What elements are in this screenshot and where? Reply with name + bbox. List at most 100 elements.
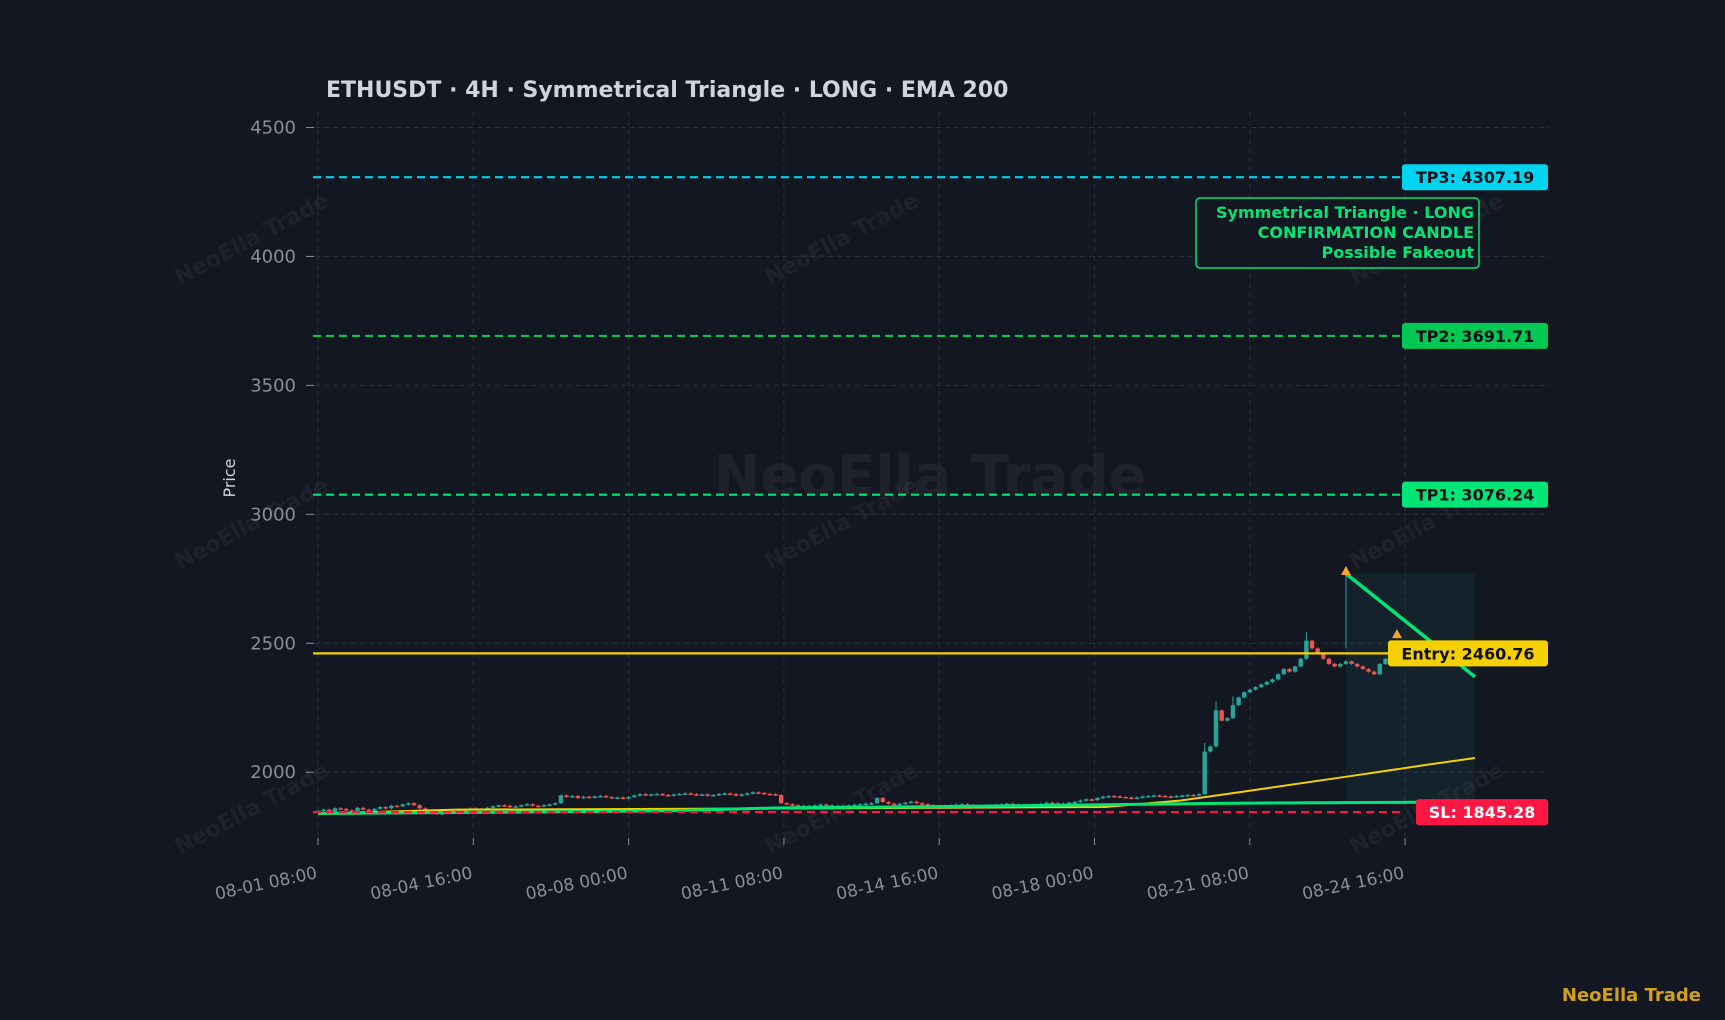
candle-body: [1083, 799, 1089, 801]
candle-body: [1247, 689, 1253, 693]
candle-body: [1253, 687, 1258, 690]
candle-body: [908, 801, 914, 804]
watermark-tile: NeoElla Trade: [761, 188, 923, 290]
y-tick-label: 3000: [250, 504, 296, 525]
candle-body: [874, 798, 880, 804]
chart-canvas: NeoElla TradeNeoElla Trade NeoElla TradeN…: [171, 78, 1550, 904]
chart-title: ETHUSDT · 4H · Symmetrical Triangle · LO…: [326, 78, 1008, 103]
candle-body: [1072, 801, 1078, 804]
candle-body: [536, 805, 541, 808]
y-tick-label: 4000: [250, 246, 296, 267]
candle-body: [1089, 799, 1094, 801]
candle-body: [699, 794, 705, 796]
candle-body: [637, 794, 643, 796]
candle-body: [897, 803, 902, 806]
candle-body: [858, 804, 863, 806]
candle-body: [1185, 794, 1190, 797]
candle-body: [694, 794, 699, 796]
candle-body: [1140, 796, 1145, 798]
candle-body: [1287, 669, 1292, 672]
candle-body: [1196, 794, 1202, 796]
candle-body: [722, 793, 727, 795]
candle-body: [394, 805, 400, 808]
candle-body: [1191, 794, 1196, 797]
candle-body: [1095, 798, 1100, 801]
level-label-entry: Entry: 2460.76: [1401, 644, 1534, 663]
candle-body: [1151, 795, 1157, 797]
candle-body: [1338, 663, 1343, 667]
candle-body: [344, 808, 349, 811]
candle-body: [1270, 679, 1275, 682]
candle-body: [773, 794, 778, 796]
candle-body: [1332, 663, 1337, 667]
plot-layer: NeoElla TradeNeoElla Trade NeoElla TradeN…: [171, 112, 1550, 904]
candle-body: [1264, 681, 1270, 685]
candle-body: [688, 793, 693, 795]
watermark-tile: NeoElla Trade: [171, 188, 333, 290]
candle-body: [558, 795, 564, 804]
candle-body: [615, 797, 620, 800]
pattern-info-line: Symmetrical Triangle · LONG: [1216, 203, 1474, 222]
x-tick-label: 08-01 08:00: [213, 863, 319, 904]
candle-body: [1117, 796, 1123, 798]
candle-body: [733, 794, 739, 796]
candle-body: [609, 796, 614, 799]
candle-body: [880, 798, 885, 802]
candle-body: [547, 804, 552, 806]
level-label-tp1: TP1: 3076.24: [1416, 486, 1535, 505]
level-label-sl: SL: 1845.28: [1429, 803, 1536, 822]
candle-body: [598, 795, 603, 798]
candle-body: [767, 793, 773, 796]
candle-body: [665, 794, 671, 797]
candle-body: [682, 793, 688, 795]
candle-body: [1146, 795, 1151, 798]
candle-body: [711, 794, 716, 797]
level-label-tp3: TP3: 4307.19: [1416, 168, 1535, 187]
candle-body: [1259, 684, 1264, 688]
y-tick-label: 3500: [250, 375, 296, 396]
candle-body: [886, 801, 891, 804]
candle-body: [530, 804, 535, 806]
candle-body: [592, 796, 597, 798]
candle-body: [586, 796, 592, 799]
candle-body: [750, 792, 756, 794]
candle-body: [507, 805, 513, 808]
candle-body: [1157, 795, 1162, 797]
candle-body: [626, 796, 631, 799]
candle-body: [1219, 710, 1224, 721]
candle-body: [1162, 795, 1168, 798]
candle-body: [739, 794, 744, 796]
candle-body: [564, 795, 569, 797]
candle-body: [603, 795, 609, 798]
candle-body: [372, 808, 377, 811]
candle-body: [920, 803, 925, 805]
brand-watermark-corner: NeoElla Trade: [1561, 985, 1701, 1006]
candle-body: [824, 804, 829, 806]
chart-stage: NeoElla Trade NeoElla Trade NeoElla Trade N…: [0, 0, 1725, 1020]
candle-body: [406, 803, 411, 805]
candle-body: [1134, 797, 1140, 800]
candle-body: [784, 803, 789, 805]
candle-body: [1298, 658, 1303, 667]
x-tick-label: 08-14 16:00: [835, 863, 941, 904]
candle-body: [524, 804, 530, 806]
candle-body: [417, 805, 422, 809]
candle-body: [1225, 718, 1230, 721]
candle-body: [1292, 666, 1298, 672]
candle-body: [1236, 697, 1241, 706]
candle-body: [1326, 658, 1332, 664]
candle-body: [818, 804, 823, 806]
candle-body: [1309, 640, 1315, 649]
candle-body: [1179, 795, 1185, 797]
y-axis-label: Price: [220, 458, 239, 497]
candle-body: [778, 794, 784, 804]
candle-body: [519, 805, 524, 807]
candle-body: [366, 809, 372, 812]
candle-body: [705, 794, 710, 796]
x-tick-label: 08-04 16:00: [369, 863, 475, 904]
candle-body: [513, 806, 518, 808]
y-tick-label: 2500: [250, 633, 296, 654]
candle-body: [355, 807, 360, 812]
candle-body: [620, 797, 626, 800]
candle-body: [1078, 800, 1083, 803]
